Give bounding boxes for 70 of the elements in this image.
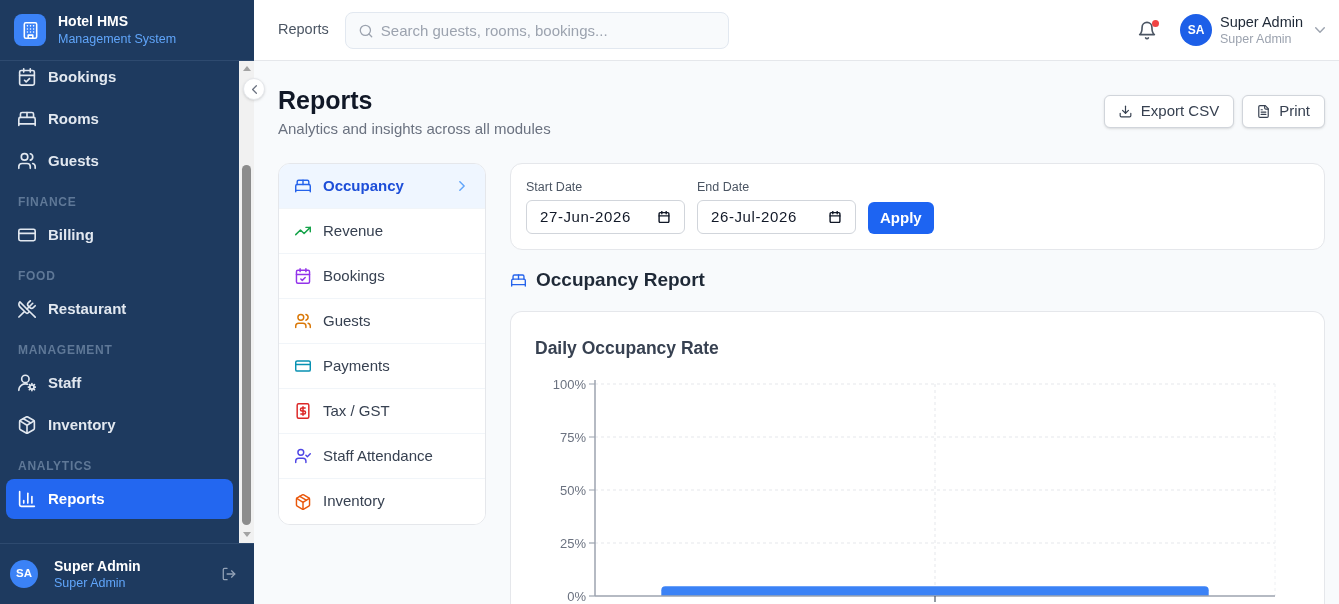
breadcrumb: Reports	[278, 20, 329, 40]
page-title: Reports	[278, 85, 373, 116]
calendar-check-icon	[18, 68, 36, 86]
scrollbar[interactable]	[239, 61, 254, 543]
user-avatar: SA	[10, 560, 38, 588]
user-role: Super Admin	[1219, 30, 1293, 48]
box-icon	[18, 416, 36, 434]
dollar-receipt-icon	[295, 403, 311, 419]
nav-item[interactable]: Staff	[6, 363, 233, 403]
document-icon	[1257, 105, 1271, 118]
user-role: Super Admin	[54, 574, 127, 592]
axis-tick-label: 100%	[552, 376, 586, 392]
field-label: Start Date	[526, 179, 583, 195]
nav-item[interactable]: Guests	[6, 141, 233, 181]
date-field[interactable]: 27-Jun-2026	[526, 200, 685, 234]
chart-title: Daily Occupancy Rate	[535, 337, 719, 360]
nav-section-heading: MANAGEMENT	[18, 342, 113, 358]
nav-section-heading: FOOD	[18, 268, 56, 284]
scroll-up-icon[interactable]	[242, 66, 251, 71]
nav-item[interactable]: Reports	[6, 479, 233, 519]
bell-icon[interactable]	[1137, 20, 1156, 40]
axis-tick-label: 0%	[567, 588, 586, 604]
nav-item[interactable]: Bookings	[6, 61, 233, 97]
action-button[interactable]: Export CSV	[1103, 95, 1235, 128]
nav-item[interactable]: Restaurant	[6, 289, 233, 329]
search-field[interactable]: Search guests, rooms, bookings...	[344, 11, 729, 49]
user-check-icon	[295, 448, 311, 464]
axis-tick-label: 25%	[559, 535, 586, 551]
user-name: Super Admin	[54, 556, 141, 575]
page-subtitle: Analytics and insights across all modules	[278, 119, 551, 139]
nav-item[interactable]: Billing	[6, 215, 233, 255]
bed-icon	[18, 110, 36, 128]
apply-button[interactable]: Apply	[868, 202, 934, 234]
user-avatar[interactable]: SA	[1179, 14, 1212, 46]
app-title: Hotel HMS	[58, 12, 129, 30]
report-title: Occupancy Report	[536, 267, 705, 292]
nav-item[interactable]: Rooms	[6, 99, 233, 139]
field-label: End Date	[697, 179, 750, 195]
axis-tick-label: 75%	[559, 429, 586, 445]
users-icon	[295, 313, 311, 329]
scroll-down-icon[interactable]	[242, 532, 251, 537]
building-icon	[14, 14, 46, 46]
logout-icon[interactable]	[222, 567, 236, 581]
nav-item[interactable]: Inventory	[6, 405, 233, 445]
user-gear-icon	[18, 374, 36, 392]
calendar-icon	[829, 211, 841, 223]
nav-section-heading: FINANCE	[18, 194, 77, 210]
chevron-left-icon	[251, 84, 257, 94]
bed-icon	[510, 272, 527, 288]
fork-and-knife-icon	[18, 300, 36, 318]
box-icon	[295, 493, 311, 510]
search-icon	[358, 23, 373, 38]
chevron-down-icon[interactable]	[1315, 27, 1325, 33]
users-icon	[18, 152, 36, 170]
calendar-check-icon	[295, 268, 311, 284]
bar-chart-icon	[18, 490, 36, 508]
credit-card-icon	[295, 358, 311, 374]
chevron-right-icon	[459, 181, 465, 191]
report-type-item[interactable]: Occupancy	[279, 164, 485, 209]
date-field[interactable]: 26-Jul-2026	[697, 200, 856, 234]
axis-tick-label: 50%	[559, 482, 586, 498]
user-name: Super Admin	[1219, 12, 1303, 31]
download-icon	[1118, 105, 1132, 118]
bed-icon	[295, 178, 311, 194]
calendar-icon	[658, 211, 670, 223]
credit-card-icon	[18, 226, 36, 244]
action-button[interactable]: Print	[1242, 95, 1325, 128]
scrollbar-thumb[interactable]	[242, 165, 251, 525]
app-subtitle: Management System	[58, 31, 177, 48]
nav-section-heading: ANALYTICS	[18, 458, 93, 474]
